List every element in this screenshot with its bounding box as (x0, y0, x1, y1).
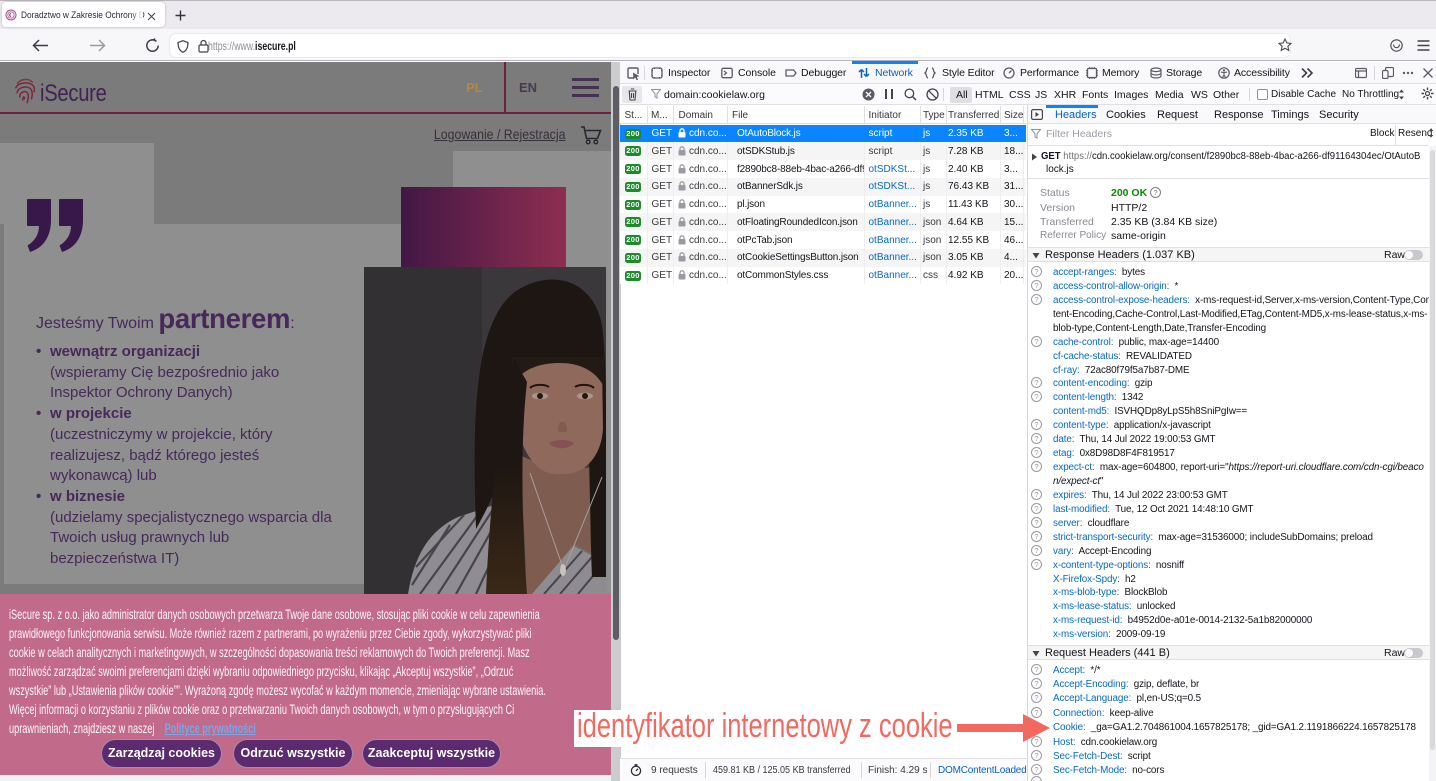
svg-text:?: ? (1034, 546, 1038, 555)
svg-text:?: ? (1034, 462, 1038, 471)
svg-text:?: ? (1034, 392, 1038, 401)
svg-text:?: ? (1034, 490, 1038, 499)
svg-text:?: ? (1034, 665, 1038, 674)
svg-text:?: ? (1034, 267, 1038, 276)
svg-text:?: ? (1034, 693, 1038, 702)
svg-text:?: ? (1034, 337, 1038, 346)
svg-text:?: ? (1034, 420, 1038, 429)
svg-text:?: ? (1034, 378, 1038, 387)
svg-text:?: ? (1034, 518, 1038, 527)
svg-text:?: ? (1034, 504, 1038, 513)
svg-text:?: ? (1034, 751, 1038, 760)
svg-text:?: ? (1034, 560, 1038, 569)
svg-text:?: ? (1034, 765, 1038, 774)
svg-text:?: ? (1034, 295, 1038, 304)
svg-text:?: ? (1034, 434, 1038, 443)
svg-text:?: ? (1034, 281, 1038, 290)
svg-text:?: ? (1153, 188, 1157, 197)
svg-text:?: ? (1034, 448, 1038, 457)
svg-text:?: ? (1034, 679, 1038, 688)
svg-text:?: ? (1034, 532, 1038, 541)
